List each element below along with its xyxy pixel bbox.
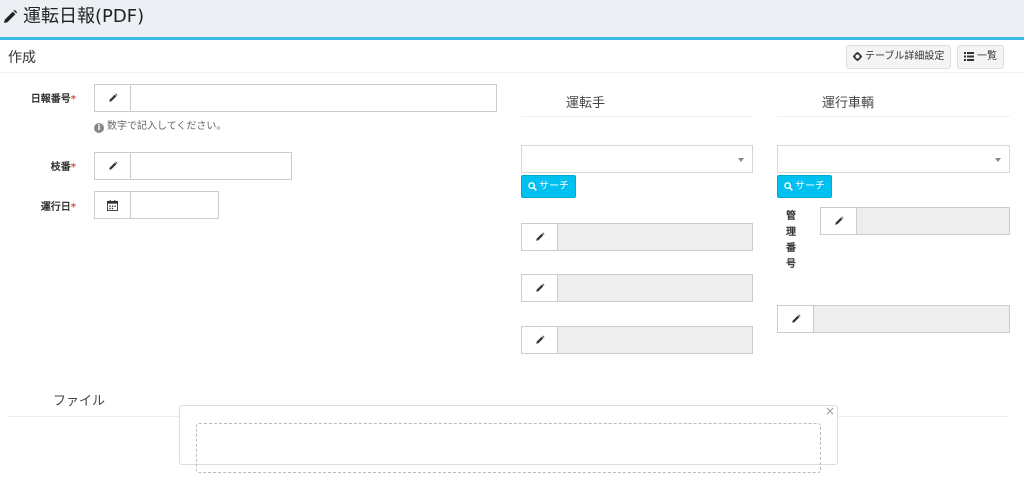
list-button[interactable]: 一覧 xyxy=(957,45,1004,69)
page-header: 運転日報(PDF) xyxy=(0,0,1024,36)
report-number-label: 日報番号* xyxy=(30,94,76,105)
table-settings-label: テーブル詳細設定 xyxy=(865,51,945,62)
driver-field-2-addon xyxy=(521,274,558,302)
caret-down-icon xyxy=(995,158,1001,162)
operation-date-input[interactable] xyxy=(131,191,219,219)
driver-field-2 xyxy=(558,274,753,302)
report-number-help: i 数字で記入してください。 xyxy=(94,117,226,133)
driver-search-button[interactable]: サーチ xyxy=(521,175,576,198)
operation-date-addon[interactable] xyxy=(94,191,131,219)
report-number-addon xyxy=(94,84,131,112)
driver-divider xyxy=(521,116,753,117)
file-section-title: ファイル xyxy=(53,394,106,409)
dropzone-area[interactable] xyxy=(196,423,821,473)
vehicle-field-2-addon xyxy=(777,305,814,333)
pencil-icon xyxy=(791,314,800,323)
panel-header: 作成 テーブル詳細設定 一覧 xyxy=(0,40,1024,73)
vehicle-section-title: 運行車輌 xyxy=(822,96,875,111)
pencil-icon xyxy=(535,232,544,241)
search-icon xyxy=(528,181,537,191)
vehicle-select[interactable] xyxy=(777,145,1010,173)
operation-date-label: 運行日* xyxy=(40,202,76,213)
vehicle-search-button[interactable]: サーチ xyxy=(777,175,832,198)
driver-field-3 xyxy=(558,326,753,354)
pencil-icon xyxy=(834,216,843,225)
table-settings-button[interactable]: テーブル詳細設定 xyxy=(846,45,952,69)
driver-field-3-addon xyxy=(521,326,558,354)
gear-icon xyxy=(853,51,862,61)
list-label: 一覧 xyxy=(977,51,997,62)
pencil-icon xyxy=(4,9,18,23)
vehicle-field-2 xyxy=(814,305,1010,333)
info-icon: i xyxy=(94,123,104,133)
file-dropzone[interactable]: × xyxy=(179,404,838,473)
branch-number-addon xyxy=(94,152,131,180)
driver-select[interactable] xyxy=(521,145,753,173)
page-title: 運転日報(PDF) xyxy=(23,6,145,27)
caret-down-icon xyxy=(738,158,744,162)
pencil-icon xyxy=(535,335,544,344)
management-number-field xyxy=(857,207,1010,235)
calendar-icon xyxy=(107,199,118,211)
search-icon xyxy=(784,181,793,191)
list-icon xyxy=(964,51,974,61)
close-icon[interactable]: × xyxy=(825,404,835,418)
report-number-input[interactable] xyxy=(131,84,497,112)
pencil-icon xyxy=(108,161,117,170)
driver-field-1-addon xyxy=(521,223,558,251)
driver-field-1 xyxy=(558,223,753,251)
branch-number-label: 枝番* xyxy=(50,162,76,173)
management-number-addon xyxy=(820,207,857,235)
pencil-icon xyxy=(108,93,117,102)
vehicle-divider xyxy=(777,116,1010,117)
branch-number-input[interactable] xyxy=(131,152,292,180)
panel-title: 作成 xyxy=(8,50,36,66)
driver-section-title: 運転手 xyxy=(566,96,606,111)
pencil-icon xyxy=(535,283,544,292)
